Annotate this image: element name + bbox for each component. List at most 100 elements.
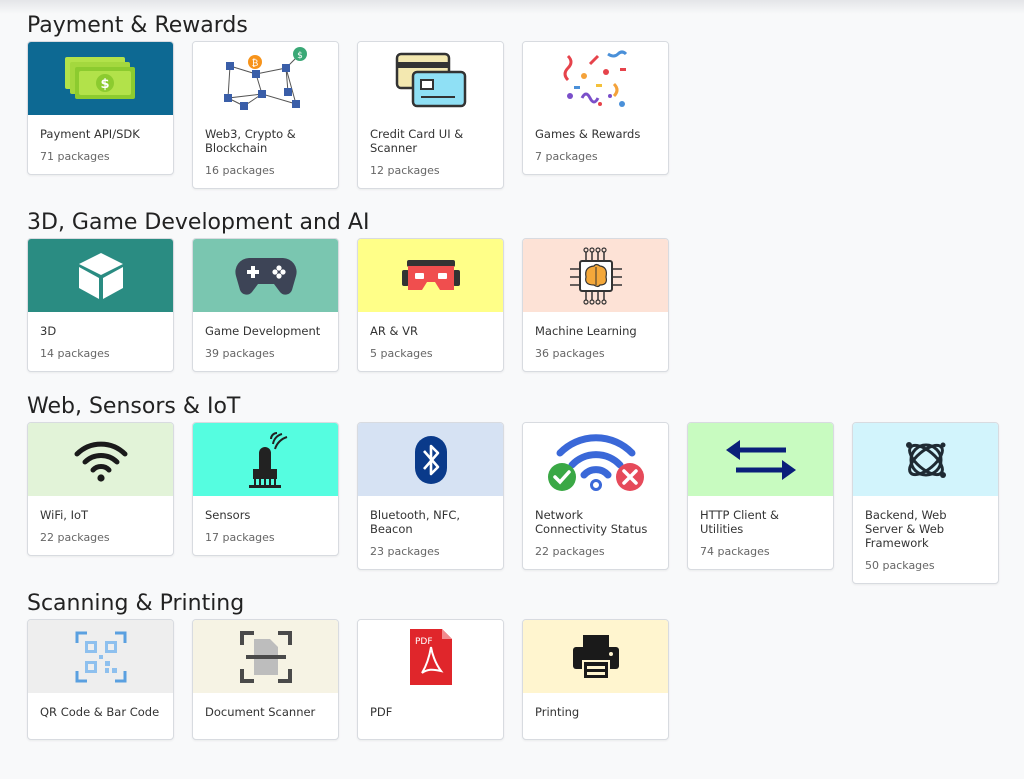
brain-chip-icon bbox=[569, 246, 622, 305]
category-card[interactable]: Printing bbox=[522, 619, 669, 740]
package-count: 39 packages bbox=[205, 347, 275, 360]
category-card[interactable]: Machine Learning 36 packages bbox=[522, 238, 669, 372]
card-title: HTTP Client & Utilities bbox=[700, 508, 780, 536]
category-card[interactable]: Network Connectivity Status 22 packages bbox=[522, 422, 669, 570]
card-title: Printing bbox=[535, 705, 580, 719]
category-card[interactable]: QR Code & Bar Code bbox=[27, 619, 174, 740]
card-image: PDF bbox=[358, 620, 503, 693]
package-count: 16 packages bbox=[205, 164, 275, 177]
category-card[interactable]: AR & VR 5 packages bbox=[357, 238, 504, 372]
card-image bbox=[193, 423, 338, 496]
package-count: 5 packages bbox=[370, 347, 433, 360]
pdf-icon: PDF bbox=[409, 628, 452, 685]
category-card[interactable]: Games & Rewards 7 packages bbox=[522, 41, 669, 175]
card-image bbox=[688, 423, 833, 496]
category-card[interactable]: $ Payment API/SDK 71 packages bbox=[27, 41, 174, 175]
transfer-arrows-icon bbox=[725, 439, 796, 480]
bluetooth-icon bbox=[414, 435, 447, 484]
category-card[interactable]: ₿ $ Web3, Crypto & Blockchain 16 package… bbox=[192, 41, 339, 189]
category-card[interactable]: HTTP Client & Utilities 74 packages bbox=[687, 422, 834, 570]
section-title: Payment & Rewards bbox=[27, 13, 248, 38]
svg-text:$: $ bbox=[297, 51, 303, 61]
category-card[interactable]: Sensors 17 packages bbox=[192, 422, 339, 556]
card-image bbox=[193, 620, 338, 693]
card-title: Bluetooth, NFC, Beacon bbox=[370, 508, 461, 536]
package-count: 12 packages bbox=[370, 164, 440, 177]
package-count: 71 packages bbox=[40, 150, 110, 163]
category-card[interactable]: Backend, Web Server & Web Framework 50 p… bbox=[852, 422, 999, 584]
credit-card-icon bbox=[395, 52, 466, 107]
card-image bbox=[523, 239, 668, 312]
svg-text:PDF: PDF bbox=[415, 637, 433, 647]
card-image: ₿ $ bbox=[193, 42, 338, 115]
network-status-icon bbox=[547, 433, 644, 491]
package-count: 22 packages bbox=[40, 531, 110, 544]
package-count: 17 packages bbox=[205, 531, 275, 544]
package-count: 7 packages bbox=[535, 150, 598, 163]
category-card[interactable]: Credit Card UI & Scanner 12 packages bbox=[357, 41, 504, 189]
confetti-icon bbox=[563, 50, 627, 107]
blockchain-icon: ₿ $ bbox=[223, 46, 307, 110]
package-count: 23 packages bbox=[370, 545, 440, 558]
card-image bbox=[523, 42, 668, 115]
card-grid: 3D 14 packages Game Development 39 packa… bbox=[27, 238, 669, 398]
package-count: 74 packages bbox=[700, 545, 770, 558]
package-count: 22 packages bbox=[535, 545, 605, 558]
section-3d-game-ai: 3D, Game Development and AI 3D 14 packag… bbox=[27, 208, 669, 398]
card-image bbox=[523, 423, 668, 496]
card-grid: WiFi, IoT 22 packages Sensors 17 package… bbox=[27, 422, 999, 584]
card-title: QR Code & Bar Code bbox=[40, 705, 160, 719]
svg-text:$: $ bbox=[100, 77, 109, 92]
card-title: WiFi, IoT bbox=[40, 508, 89, 522]
gamepad-icon bbox=[234, 257, 297, 295]
category-card[interactable]: 3D 14 packages bbox=[27, 238, 174, 372]
card-title: Sensors bbox=[205, 508, 251, 522]
card-image: $ bbox=[28, 42, 173, 115]
card-title: Credit Card UI & Scanner bbox=[370, 127, 464, 155]
card-image bbox=[358, 423, 503, 496]
card-title: Document Scanner bbox=[205, 705, 316, 719]
card-grid: QR Code & Bar Code Document Scanner PDF … bbox=[27, 619, 669, 779]
card-title: PDF bbox=[370, 705, 393, 719]
package-count: 14 packages bbox=[40, 347, 110, 360]
card-image bbox=[358, 42, 503, 115]
card-image bbox=[28, 620, 173, 693]
card-title: Machine Learning bbox=[535, 324, 637, 338]
card-title: Game Development bbox=[205, 324, 321, 338]
card-image bbox=[853, 423, 998, 496]
document-scanner-icon bbox=[239, 630, 292, 683]
section-web-sensors-iot: Web, Sensors & IoT WiFi, IoT 22 packages bbox=[27, 392, 999, 584]
category-card[interactable]: Bluetooth, NFC, Beacon 23 packages bbox=[357, 422, 504, 570]
card-image bbox=[523, 620, 668, 693]
svg-text:₿: ₿ bbox=[251, 58, 258, 69]
sensor-icon bbox=[248, 431, 287, 488]
card-image bbox=[193, 239, 338, 312]
card-title: Network Connectivity Status bbox=[535, 508, 648, 536]
money-icon: $ bbox=[64, 56, 135, 99]
card-image bbox=[358, 239, 503, 312]
category-card[interactable]: Game Development 39 packages bbox=[192, 238, 339, 372]
qr-code-icon bbox=[75, 631, 126, 682]
card-title: AR & VR bbox=[370, 324, 418, 338]
card-title: Payment API/SDK bbox=[40, 127, 140, 141]
card-image bbox=[28, 423, 173, 496]
category-card[interactable]: PDF PDF bbox=[357, 619, 504, 740]
cube-icon bbox=[78, 252, 123, 299]
printer-icon bbox=[572, 634, 619, 680]
section-title: Scanning & Printing bbox=[27, 591, 245, 616]
category-card[interactable]: Document Scanner bbox=[192, 619, 339, 740]
card-title: Backend, Web Server & Web Framework bbox=[865, 508, 947, 550]
section-scanning-printing: Scanning & Printing QR Code & Bar Code D… bbox=[27, 589, 669, 779]
card-grid: $ Payment API/SDK 71 packages ₿ $ Web3, … bbox=[27, 41, 669, 201]
package-count: 50 packages bbox=[865, 559, 935, 572]
vr-headset-icon bbox=[401, 259, 460, 290]
package-count: 36 packages bbox=[535, 347, 605, 360]
category-card[interactable]: WiFi, IoT 22 packages bbox=[27, 422, 174, 556]
card-title: 3D bbox=[40, 324, 57, 338]
section-title: 3D, Game Development and AI bbox=[27, 210, 370, 235]
card-title: Games & Rewards bbox=[535, 127, 641, 141]
wifi-icon bbox=[74, 441, 127, 482]
section-title: Web, Sensors & IoT bbox=[27, 394, 241, 419]
section-payment-rewards: Payment & Rewards $ Payment API/SDK 71 p… bbox=[27, 11, 669, 201]
server-globe-icon bbox=[905, 441, 946, 478]
